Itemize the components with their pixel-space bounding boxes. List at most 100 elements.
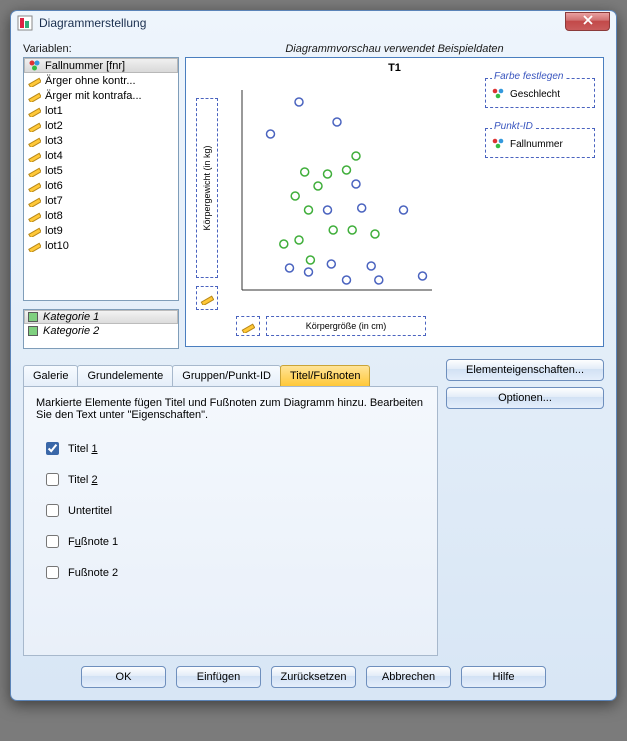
variable-item[interactable]: lot5: [24, 163, 178, 178]
color-legend-item: Geschlecht: [510, 89, 560, 100]
scale-icon: [28, 74, 41, 87]
variables-label: Variablen:: [23, 43, 179, 55]
category-list[interactable]: Kategorie 1 Kategorie 2: [23, 309, 179, 349]
scale-icon: [28, 179, 41, 192]
variable-item[interactable]: lot7: [24, 193, 178, 208]
variable-item[interactable]: lot10: [24, 238, 178, 253]
panel-description: Markierte Elemente fügen Titel und Fußno…: [36, 397, 425, 421]
scale-icon: [28, 89, 41, 102]
color-legend-title: Farbe festlegen: [492, 71, 566, 82]
color-legend-dropzone[interactable]: Farbe festlegen Geschlecht: [485, 78, 595, 108]
variable-item[interactable]: lot8: [24, 208, 178, 223]
variable-name: lot5: [45, 165, 63, 177]
tab-bar: GalerieGrundelementeGruppen/Punkt-IDTite…: [23, 365, 438, 386]
cancel-button[interactable]: Abbrechen: [366, 666, 451, 688]
close-button[interactable]: [565, 12, 610, 31]
nominal-icon: [28, 59, 41, 72]
variable-item[interactable]: lot4: [24, 148, 178, 163]
help-button[interactable]: Hilfe: [461, 666, 546, 688]
variable-item[interactable]: lot2: [24, 118, 178, 133]
tab[interactable]: Titel/Fußnoten: [280, 365, 371, 386]
tab[interactable]: Gruppen/Punkt-ID: [172, 365, 281, 386]
scale-icon: [28, 239, 41, 252]
category-item[interactable]: Kategorie 2: [24, 324, 178, 338]
ok-button[interactable]: OK: [81, 666, 166, 688]
checkbox-label: Titel 1: [68, 443, 98, 455]
variable-name: Fallnummer [fnr]: [45, 60, 125, 72]
variable-item[interactable]: lot3: [24, 133, 178, 148]
tab[interactable]: Galerie: [23, 365, 78, 386]
checkbox-label: Fußnote 2: [68, 567, 118, 579]
scale-icon: [28, 134, 41, 147]
variable-name: lot8: [45, 210, 63, 222]
x-axis-label: Körpergröße (in cm): [306, 321, 387, 331]
scale-icon: [28, 209, 41, 222]
variable-name: lot6: [45, 180, 63, 192]
paste-button[interactable]: Einfügen: [176, 666, 261, 688]
checkbox-label: Titel 2: [68, 474, 98, 486]
variable-item[interactable]: Fallnummer [fnr]: [24, 58, 178, 73]
dialog-window: Diagrammerstellung Variablen: Fallnummer…: [10, 10, 617, 701]
scale-icon: [28, 194, 41, 207]
checkbox[interactable]: [46, 566, 59, 579]
x-axis-icon-dropzone[interactable]: [236, 316, 260, 336]
chart-preview[interactable]: T1 Körpergewicht (in kg): [185, 57, 604, 347]
variable-name: lot4: [45, 150, 63, 162]
variables-list[interactable]: Fallnummer [fnr] Ärger ohne kontr... Ärger…: [23, 57, 179, 301]
scale-icon: [28, 149, 41, 162]
options-button[interactable]: Optionen...: [446, 387, 604, 409]
checkbox-label: Untertitel: [68, 505, 112, 517]
variable-name: Ärger mit kontrafa...: [45, 90, 142, 102]
checkbox-row[interactable]: Titel 1: [36, 433, 425, 464]
variable-item[interactable]: Ärger mit kontrafa...: [24, 88, 178, 103]
y-axis-label: Körpergewicht (in kg): [202, 145, 212, 230]
category-name: Kategorie 1: [43, 311, 99, 323]
checkbox[interactable]: [46, 473, 59, 486]
variable-item[interactable]: lot1: [24, 103, 178, 118]
variable-name: lot9: [45, 225, 63, 237]
category-name: Kategorie 2: [43, 325, 99, 337]
variable-name: lot3: [45, 135, 63, 147]
scale-icon: [28, 164, 41, 177]
bottom-button-bar: OK Einfügen Zurücksetzen Abbrechen Hilfe: [23, 666, 604, 688]
category-color-swatch: [28, 326, 38, 336]
window-title: Diagrammerstellung: [33, 16, 565, 30]
id-legend-dropzone[interactable]: Punkt-ID Fallnummer: [485, 128, 595, 158]
checkbox-row[interactable]: Fußnote 2: [36, 557, 425, 588]
variable-item[interactable]: lot9: [24, 223, 178, 238]
scale-icon: [28, 104, 41, 117]
variable-item[interactable]: Ärger ohne kontr...: [24, 73, 178, 88]
checkbox[interactable]: [46, 442, 59, 455]
category-item[interactable]: Kategorie 1: [24, 310, 178, 324]
checkbox[interactable]: [46, 535, 59, 548]
titlebar: Diagrammerstellung: [11, 11, 616, 33]
element-properties-button[interactable]: Elementeigenschaften...: [446, 359, 604, 381]
nominal-icon: [492, 137, 504, 152]
checkbox-row[interactable]: Titel 2: [36, 464, 425, 495]
y-axis-icon-dropzone[interactable]: [196, 286, 218, 310]
checkbox-row[interactable]: Untertitel: [36, 495, 425, 526]
checkbox-label: Fußnote 1: [68, 536, 118, 548]
variable-item[interactable]: lot6: [24, 178, 178, 193]
variable-name: Ärger ohne kontr...: [45, 75, 136, 87]
y-axis-dropzone[interactable]: Körpergewicht (in kg): [196, 98, 218, 278]
category-color-swatch: [28, 312, 38, 322]
variable-name: lot10: [45, 240, 69, 252]
titles-footnotes-panel: Markierte Elemente fügen Titel und Fußno…: [23, 386, 438, 656]
variable-name: lot7: [45, 195, 63, 207]
preview-label: Diagrammvorschau verwendet Beispieldaten: [185, 43, 604, 55]
nominal-icon: [492, 87, 504, 102]
id-legend-item: Fallnummer: [510, 139, 563, 150]
variable-name: lot2: [45, 120, 63, 132]
reset-button[interactable]: Zurücksetzen: [271, 666, 356, 688]
id-legend-title: Punkt-ID: [492, 121, 535, 132]
tab[interactable]: Grundelemente: [77, 365, 173, 386]
plot-area: [232, 80, 437, 308]
checkbox[interactable]: [46, 504, 59, 517]
variable-name: lot1: [45, 105, 63, 117]
x-axis-dropzone[interactable]: Körpergröße (in cm): [266, 316, 426, 336]
checkbox-row[interactable]: Fußnote 1: [36, 526, 425, 557]
app-icon: [17, 15, 33, 31]
scale-icon: [28, 119, 41, 132]
scale-icon: [28, 224, 41, 237]
